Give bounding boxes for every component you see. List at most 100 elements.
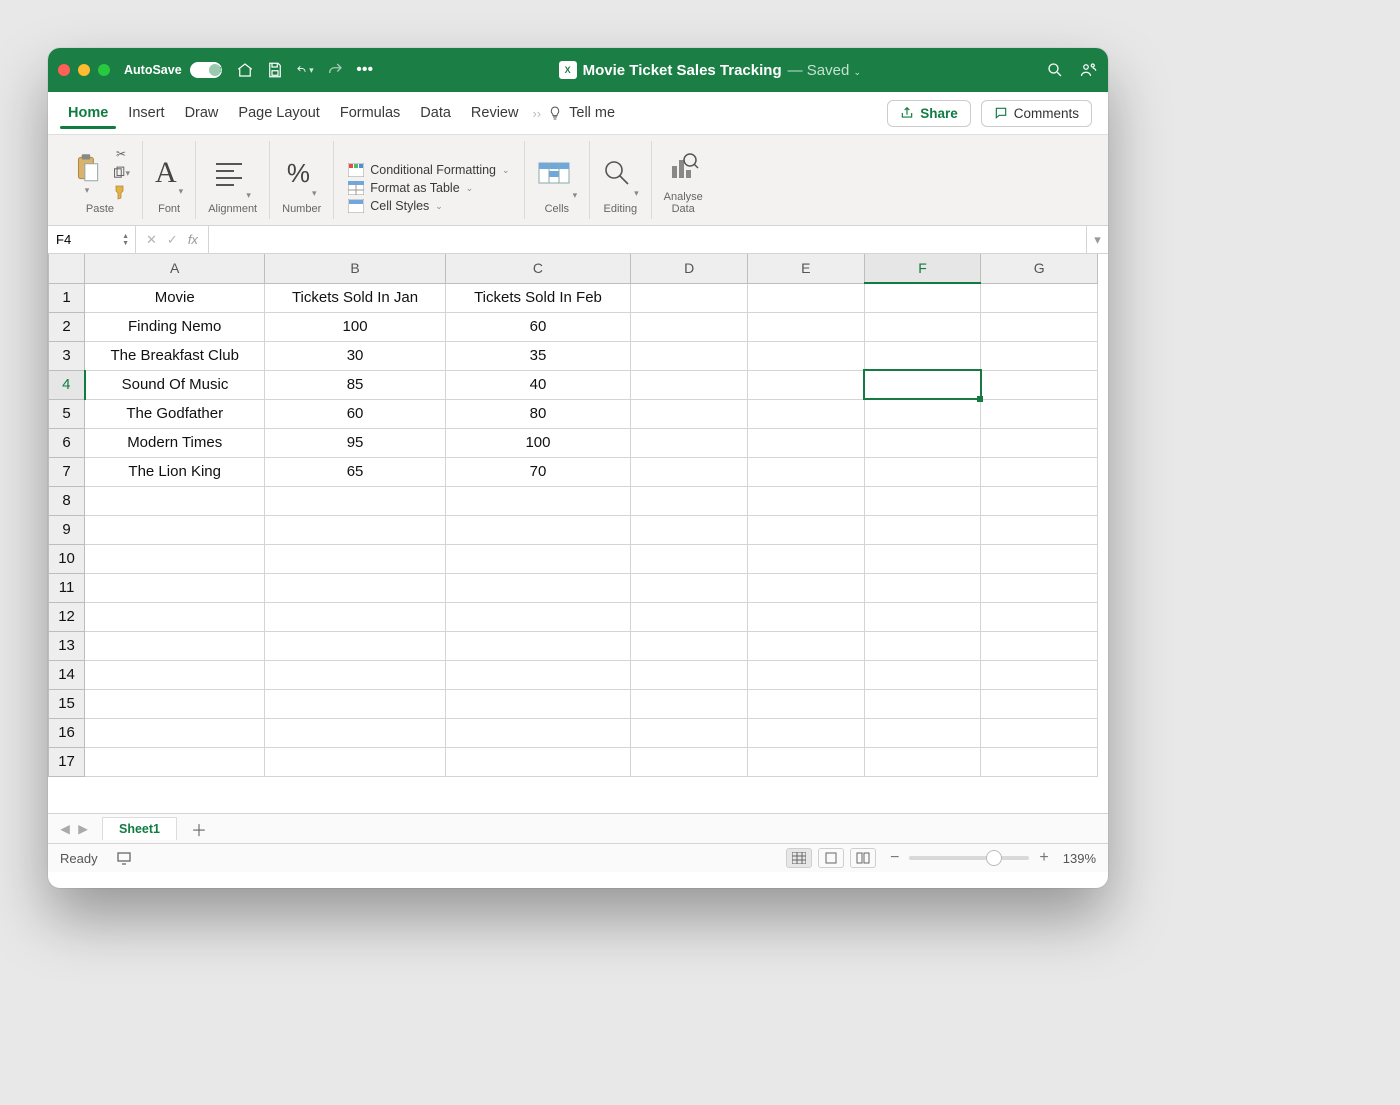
cell[interactable] — [864, 747, 981, 776]
cell[interactable] — [981, 486, 1098, 515]
cell[interactable] — [981, 631, 1098, 660]
cell[interactable] — [631, 689, 748, 718]
row-header[interactable]: 7 — [49, 457, 85, 486]
cell[interactable] — [265, 515, 445, 544]
row-header[interactable]: 4 — [49, 370, 85, 399]
cut-icon[interactable]: ✂︎ — [112, 146, 130, 162]
spreadsheet-grid[interactable]: ABCDEFG1MovieTickets Sold In JanTickets … — [48, 254, 1108, 814]
cell[interactable] — [265, 660, 445, 689]
tab-draw[interactable]: Draw — [175, 92, 229, 134]
cell[interactable] — [747, 544, 864, 573]
cell[interactable] — [85, 602, 265, 631]
cell[interactable] — [981, 544, 1098, 573]
cell[interactable]: Sound Of Music — [85, 370, 265, 399]
row-header[interactable]: 6 — [49, 428, 85, 457]
cell[interactable] — [747, 747, 864, 776]
name-box-stepper-icon[interactable]: ▲▼ — [122, 233, 129, 247]
cell[interactable]: 80 — [445, 399, 631, 428]
cell[interactable] — [864, 428, 981, 457]
accept-formula-icon[interactable]: ✓ — [167, 232, 178, 248]
expand-formula-bar-icon[interactable]: ▾ — [1086, 226, 1108, 253]
cell[interactable] — [85, 515, 265, 544]
cell[interactable] — [864, 544, 981, 573]
paste-button[interactable]: ▾ — [70, 151, 104, 196]
cell[interactable] — [981, 283, 1098, 312]
row-header[interactable]: 9 — [49, 515, 85, 544]
row-header[interactable]: 3 — [49, 341, 85, 370]
cell[interactable] — [85, 631, 265, 660]
cell[interactable] — [445, 747, 631, 776]
cell[interactable] — [981, 399, 1098, 428]
tab-page-layout[interactable]: Page Layout — [228, 92, 329, 134]
cell[interactable] — [85, 689, 265, 718]
cell[interactable] — [747, 341, 864, 370]
more-icon[interactable]: ••• — [356, 61, 374, 79]
tab-formulas[interactable]: Formulas — [330, 92, 410, 134]
cell[interactable]: The Lion King — [85, 457, 265, 486]
cell[interactable] — [445, 544, 631, 573]
zoom-in-button[interactable]: + — [1039, 849, 1048, 867]
row-header[interactable]: 17 — [49, 747, 85, 776]
overflow-chevron-icon[interactable]: ›› — [532, 106, 541, 121]
cell[interactable] — [864, 341, 981, 370]
cell[interactable] — [631, 573, 748, 602]
cell[interactable]: 85 — [265, 370, 445, 399]
row-header[interactable]: 8 — [49, 486, 85, 515]
view-normal-button[interactable] — [786, 848, 812, 868]
redo-icon[interactable] — [326, 61, 344, 79]
name-box[interactable]: F4 ▲▼ — [48, 226, 136, 253]
cell[interactable]: 60 — [445, 312, 631, 341]
saved-indicator[interactable]: — Saved ⌄ — [788, 62, 861, 79]
cell[interactable] — [981, 370, 1098, 399]
conditional-formatting-button[interactable]: Conditional Formatting⌄ — [348, 163, 509, 177]
cell[interactable]: The Godfather — [85, 399, 265, 428]
tab-insert[interactable]: Insert — [118, 92, 174, 134]
cell[interactable] — [265, 689, 445, 718]
minimize-icon[interactable] — [78, 64, 90, 76]
cell[interactable]: Modern Times — [85, 428, 265, 457]
cell[interactable] — [981, 428, 1098, 457]
cell[interactable] — [85, 573, 265, 602]
column-header[interactable]: F — [864, 254, 981, 283]
cell[interactable] — [981, 573, 1098, 602]
cancel-formula-icon[interactable]: ✕ — [146, 232, 157, 248]
cell[interactable] — [864, 486, 981, 515]
cell[interactable] — [864, 283, 981, 312]
cell[interactable] — [85, 747, 265, 776]
cell[interactable] — [445, 515, 631, 544]
comments-button[interactable]: Comments — [981, 100, 1092, 127]
fx-icon[interactable]: fx — [188, 232, 198, 247]
cell[interactable] — [265, 602, 445, 631]
cell[interactable] — [445, 573, 631, 602]
cell[interactable] — [747, 660, 864, 689]
cell[interactable] — [981, 660, 1098, 689]
share-people-icon[interactable] — [1080, 61, 1098, 79]
sheet-nav-next-icon[interactable]: ▶ — [74, 821, 92, 836]
tab-review[interactable]: Review — [461, 92, 529, 134]
cell[interactable] — [864, 660, 981, 689]
cell[interactable] — [631, 457, 748, 486]
cell[interactable]: 35 — [445, 341, 631, 370]
tab-home[interactable]: Home — [58, 92, 118, 134]
cell[interactable] — [864, 312, 981, 341]
cell[interactable] — [631, 283, 748, 312]
sheet-tab-active[interactable]: Sheet1 — [102, 817, 177, 840]
cell[interactable] — [265, 486, 445, 515]
cell[interactable] — [445, 660, 631, 689]
cell[interactable] — [265, 631, 445, 660]
copy-icon[interactable]: ▾ — [112, 165, 130, 181]
cell[interactable] — [981, 747, 1098, 776]
cell-styles-button[interactable]: Cell Styles⌄ — [348, 199, 443, 213]
cell[interactable] — [747, 602, 864, 631]
cell[interactable]: 95 — [265, 428, 445, 457]
cell[interactable] — [747, 718, 864, 747]
cell[interactable] — [85, 718, 265, 747]
formula-input[interactable] — [209, 226, 1086, 253]
column-header[interactable]: E — [747, 254, 864, 283]
cell[interactable] — [747, 283, 864, 312]
cell[interactable] — [747, 631, 864, 660]
cell[interactable] — [864, 573, 981, 602]
cell[interactable] — [864, 457, 981, 486]
cell[interactable] — [445, 718, 631, 747]
column-header[interactable]: D — [631, 254, 748, 283]
